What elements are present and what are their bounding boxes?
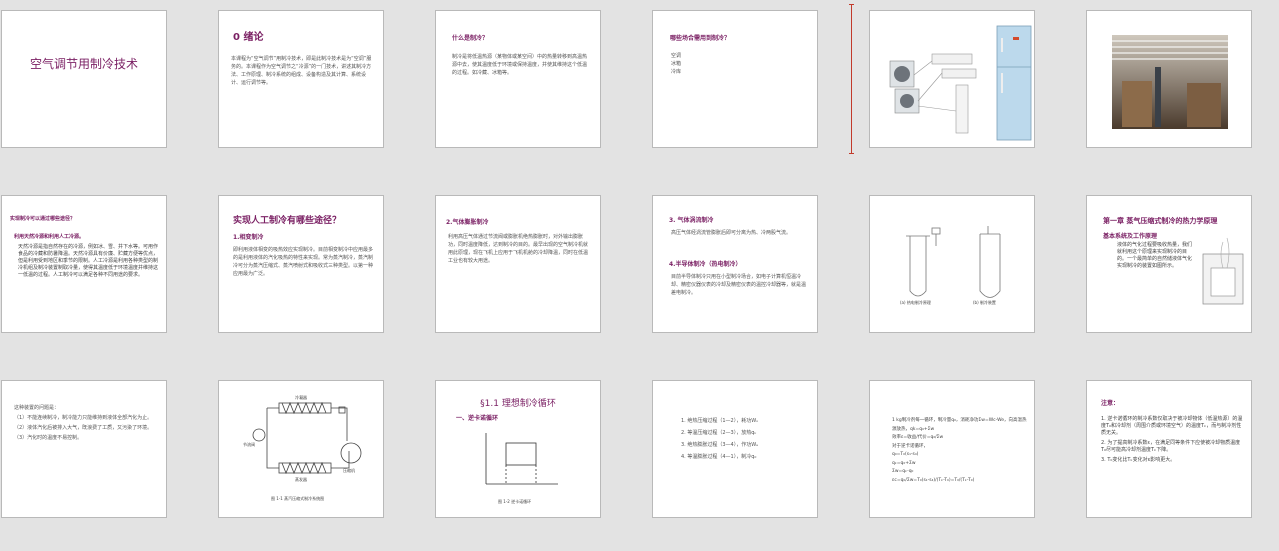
label-compressor: 压缩机 bbox=[343, 468, 355, 473]
slide-thumbnail-10[interactable]: 3. 气体涡流制冷 高压气体经涡流管膨胀后即可分离为热、冷两股气流。 4.半导体… bbox=[652, 195, 818, 333]
slide-thumbnail-17[interactable]: 1 kg制冷剂每一循环，制冷量q₀，消耗净功Σw=Wc-We，向高温热源放热，q… bbox=[869, 380, 1035, 518]
slide-thumbnail-7[interactable]: 实现制冷可以通过哪些途径？ 利用天然冷源和利用人工冷源。 天然冷源是指自然存在的… bbox=[1, 195, 167, 333]
slide-thumbnail-12[interactable]: 第一章 蒸气压缩式制冷的热力学原理 基本系统及工作原理 液体的气化过程要吸收热量… bbox=[1086, 195, 1252, 333]
process-list: 1. 绝热压缩过程（1—2），耗功Wₒ 2. 等温压缩过程（2—3），放热qₖ … bbox=[681, 415, 758, 463]
cold-storage-photo bbox=[1112, 35, 1228, 129]
slide-title: §1.1 理想制冷循环 bbox=[480, 399, 556, 409]
list-item: 空调 bbox=[671, 53, 682, 59]
slide-thumbnail-18[interactable]: 注意： 1. 逆卡诺循环的制冷系数仅取决于被冷却物体（低温热源）的温度T₀和冷却… bbox=[1086, 380, 1252, 518]
formula-line: 效率ε=收益/代价=q₀/Σw bbox=[892, 435, 944, 440]
formula-line: q₀=T₀(s₁-s₄) bbox=[892, 452, 919, 457]
slide-subtitle: 1.相变制冷 bbox=[233, 234, 264, 241]
formula-line: εc=q₀/Σw=T₀(s₁-s₄)/(Tₖ-T₀)=T₀/(Tₖ-T₀) bbox=[892, 477, 975, 483]
thermoelectric-diagram bbox=[906, 226, 1001, 298]
formula-line: Σw=qₖ-q₀ bbox=[892, 469, 914, 474]
formula-block: 1 kg制冷剂每一循环，制冷量q₀，消耗净功Σw=Wc-We，向高温热源放热，q… bbox=[892, 417, 1028, 485]
list-item: 冰箱 bbox=[671, 61, 682, 67]
slide-body: 本课程为“空气调节”用制冷技术，即是此制冷技术是为“空调”服务的。本课程作为空气… bbox=[231, 56, 372, 86]
label-condenser: 冷凝器 bbox=[295, 395, 307, 400]
slide-body: 天然冷源是指自然存在的冷源，例如冰、雪、井下水等。可用作食品的冷藏和防暑降温。天… bbox=[18, 244, 159, 278]
list-item: 1. 逆卡诺循环的制冷系数仅取决于被冷却物体（低温热源）的温度T₀和冷却剂（周围… bbox=[1101, 416, 1243, 436]
slide-insertion-cursor bbox=[849, 4, 854, 154]
label-evaporator: 蒸发器 bbox=[295, 477, 307, 482]
slide-title: 0 绪论 bbox=[233, 32, 264, 43]
slide-title: 实现人工制冷有哪些途径？ bbox=[233, 216, 342, 226]
slide-subtitle: 一、逆卡诺循环 bbox=[456, 415, 499, 422]
list-item: 2. 为了提高制冷系数ε，在满足同等条件下应使被冷却物质温度T₀尽可能高冷却剂温… bbox=[1101, 440, 1241, 453]
formula-line: qₖ=q₀+Σw bbox=[892, 460, 916, 466]
list-item: 1. 绝热压缩过程（1—2），耗功Wₒ bbox=[681, 418, 759, 424]
figure-caption-b: (b) 制冷装置 bbox=[973, 300, 996, 305]
slide-title: 实现制冷可以通过哪些途径？ bbox=[10, 216, 76, 222]
list-item: 2. 等温压缩过程（2—3），放热qₖ bbox=[681, 430, 757, 436]
slide-thumbnail-5[interactable] bbox=[869, 10, 1035, 148]
slide-list: 空调 冰箱 冷库 bbox=[671, 52, 681, 76]
figure-caption: 图 1-1 蒸汽压缩式制冷系统图 bbox=[271, 496, 325, 501]
list-item: 4. 等温膨胀过程（4—1），制冷q₀ bbox=[681, 454, 757, 460]
formula-line: 1 kg制冷剂每一循环，制冷量q₀，消耗净功Σw=Wc-We，向高温热源放热，q… bbox=[892, 418, 1027, 432]
list-item: 3. T₀变化比Tₖ变化对ε影响更大。 bbox=[1101, 457, 1176, 463]
slide-title: 注意： bbox=[1101, 400, 1120, 407]
slide-bullet: 利用天然冷源和利用人工冷源。 bbox=[14, 234, 85, 240]
air-conditioner-fridge-image bbox=[889, 25, 1032, 141]
formula-line: 对于逆卡诺循环， bbox=[892, 443, 928, 449]
slide-title: 哪些场合需用到制冷？ bbox=[670, 35, 731, 42]
slide-thumbnail-1[interactable]: 空气调节用制冷技术 bbox=[1, 10, 167, 148]
slide-body: 液体的气化过程要吸收热量，我们就利用这个原理来实现制冷的目的。一个最简单的自然储… bbox=[1117, 242, 1193, 269]
slide-thumbnail-2[interactable]: 0 绪论 本课程为“空气调节”用制冷技术，即是此制冷技术是为“空调”服务的。本课… bbox=[218, 10, 384, 148]
slide-thumbnail-14[interactable]: 冷凝器 节流阀 蒸发器 压缩机 图 1-1 蒸汽压缩式制冷系统图 bbox=[218, 380, 384, 518]
slide-body-2: 目前半导体制冷只用在小型制冷场合，如电子计算机恒温冷却、精密仪器仪表的冷却及精密… bbox=[671, 274, 807, 296]
reverse-carnot-ts-diagram bbox=[485, 433, 558, 485]
slide-body: 即利用液体相变的吸热效应实现制冷。目前相变制冷中应用最多的是利用液体的汽化吸热的… bbox=[233, 247, 374, 277]
slide-thumbnail-4[interactable]: 哪些场合需用到制冷？ 空调 冰箱 冷库 bbox=[652, 10, 818, 148]
label-throttle-valve: 节流阀 bbox=[243, 442, 255, 447]
slide-thumbnail-3[interactable]: 什么是制冷？ 制冷是将低温热源（某物体或某空间）中的热量转移到高温热源中去，使其… bbox=[435, 10, 601, 148]
slide-thumbnail-15[interactable]: §1.1 理想制冷循环 一、逆卡诺循环 图 1-2 逆卡诺循环 bbox=[435, 380, 601, 518]
slide-body: 这种装置的问题是： （1）不能连续制冷，制冷能力只能维持到液体全部汽化为止。 （… bbox=[14, 405, 153, 441]
evaporation-vessel-figure bbox=[1202, 237, 1244, 305]
slide-subtitle: 基本系统及工作原理 bbox=[1103, 233, 1158, 240]
slide-title: 3. 气体涡流制冷 bbox=[669, 217, 714, 224]
slide-body: 利用高压气体通过节流阀或膨胀机绝热膨胀时，对外输出膨胀功，同时温度降低，达到制冷… bbox=[448, 234, 589, 264]
slide-thumbnail-9[interactable]: 2.气体膨胀制冷 利用高压气体通过节流阀或膨胀机绝热膨胀时，对外输出膨胀功，同时… bbox=[435, 195, 601, 333]
figure-caption: 图 1-2 逆卡诺循环 bbox=[498, 499, 532, 504]
slide-body: 高压气体经涡流管膨胀后即可分离为热、冷两股气流。 bbox=[671, 230, 792, 236]
slide-body: 制冷是将低温热源（某物体或某空间）中的热量转移到高温热源中去，使其温度低于环境或… bbox=[452, 54, 588, 76]
list-item: 冷库 bbox=[671, 69, 682, 75]
list-item: 3. 绝热膨胀过程（3—4），作功Wₑ bbox=[681, 442, 759, 448]
slide-thumbnail-13[interactable]: 这种装置的问题是： （1）不能连续制冷，制冷能力只能维持到液体全部汽化为止。 （… bbox=[1, 380, 167, 518]
notes-list: 1. 逆卡诺循环的制冷系数仅取决于被冷却物体（低温热源）的温度T₀和冷却剂（周围… bbox=[1101, 416, 1245, 464]
slide-title: 第一章 蒸气压缩式制冷的热力学原理 bbox=[1103, 217, 1218, 225]
slide-title: 空气调节用制冷技术 bbox=[29, 57, 138, 71]
slide-thumbnail-6[interactable] bbox=[1086, 10, 1252, 148]
figure-caption-a: (a) 热电制冷原理 bbox=[900, 300, 931, 305]
slide-title: 2.气体膨胀制冷 bbox=[446, 219, 489, 226]
slide-thumbnail-8[interactable]: 实现人工制冷有哪些途径？ 1.相变制冷 即利用液体相变的吸热效应实现制冷。目前相… bbox=[218, 195, 384, 333]
slide-title: 什么是制冷？ bbox=[452, 35, 489, 42]
slide-title-2: 4.半导体制冷（热电制冷） bbox=[669, 261, 742, 268]
slide-thumbnail-16[interactable]: 1. 绝热压缩过程（1—2），耗功Wₒ 2. 等温压缩过程（2—3），放热qₖ … bbox=[652, 380, 818, 518]
slide-thumbnail-11[interactable]: (a) 热电制冷原理 (b) 制冷装置 bbox=[869, 195, 1035, 333]
